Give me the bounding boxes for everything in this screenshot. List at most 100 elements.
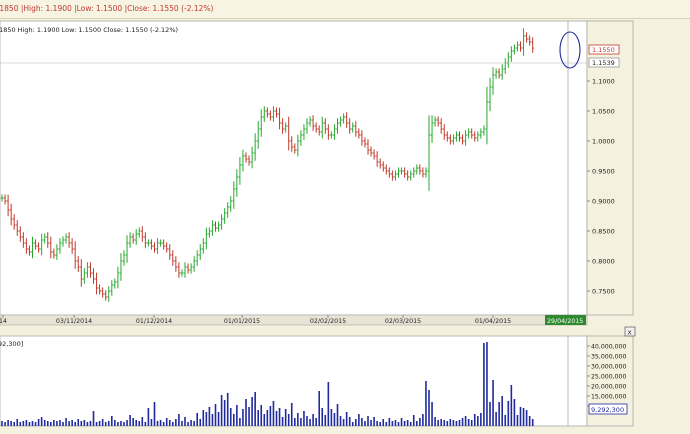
volume-bar bbox=[419, 418, 421, 426]
volume-bar bbox=[272, 401, 275, 426]
volume-bar bbox=[107, 421, 110, 426]
volume-bar bbox=[480, 413, 482, 426]
volume-bar bbox=[507, 401, 510, 426]
date-tick-label: 14 bbox=[0, 318, 7, 325]
volume-bar bbox=[226, 393, 229, 426]
volume-tick-label: 15,000,000 bbox=[591, 394, 626, 401]
volume-bar bbox=[434, 417, 436, 426]
chart-area[interactable]: 1.1000 1.0500 1.0000 0.9500 0.9000 0.8500 0.80… bbox=[0, 0, 690, 434]
volume-bar bbox=[144, 422, 147, 426]
volume-bar bbox=[251, 397, 253, 426]
volume-bar bbox=[416, 421, 418, 426]
crosshair-price-label: 1.1539 bbox=[592, 59, 615, 67]
volume-bar bbox=[449, 419, 452, 426]
volume-bar bbox=[425, 381, 427, 426]
volume-bar bbox=[367, 416, 369, 426]
date-tick-label: 01/01/2015 bbox=[224, 318, 260, 325]
volume-bar bbox=[351, 422, 354, 426]
volume-bar bbox=[214, 404, 217, 426]
volume-bar bbox=[120, 421, 122, 426]
volume-bar bbox=[403, 421, 406, 426]
volume-bar bbox=[470, 420, 473, 426]
volume-bar bbox=[71, 420, 73, 426]
volume-bar bbox=[287, 414, 290, 426]
volume-bar bbox=[269, 406, 272, 426]
volume-bar bbox=[187, 422, 189, 426]
volume-bar bbox=[373, 417, 375, 426]
volume-bar bbox=[361, 418, 363, 426]
volume-bar bbox=[46, 421, 49, 426]
volume-bar bbox=[178, 414, 180, 426]
volume-bar bbox=[467, 419, 470, 426]
volume-tick-label: 25,000,000 bbox=[591, 374, 626, 381]
date-tick-label: 02/03/2015 bbox=[385, 318, 421, 325]
price-tick-label: 1.0000 bbox=[592, 138, 615, 146]
volume-bar bbox=[455, 421, 458, 426]
volume-bar bbox=[263, 414, 266, 426]
volume-bar bbox=[254, 392, 256, 426]
volume-bar bbox=[428, 390, 430, 426]
volume-bar bbox=[477, 416, 479, 426]
volume-bar bbox=[13, 422, 15, 426]
volume-bar bbox=[196, 413, 198, 426]
volume-bar bbox=[236, 405, 238, 426]
volume-bar bbox=[355, 419, 357, 426]
volume-bar bbox=[168, 420, 171, 426]
volume-bar bbox=[303, 411, 305, 426]
volume-bar bbox=[278, 408, 281, 426]
volume-bar bbox=[65, 418, 67, 426]
price-legend-text: .1850 High: 1.1900 Low: 1.1500 Close: 1.… bbox=[0, 26, 178, 34]
volume-bar bbox=[495, 412, 497, 426]
volume-bar bbox=[519, 407, 522, 426]
chart-svg[interactable]: 1.1000 1.0500 1.0000 0.9500 0.9000 0.8500 0.80… bbox=[0, 0, 690, 430]
volume-bar bbox=[300, 418, 302, 426]
volume-bar bbox=[77, 419, 80, 426]
volume-bar bbox=[516, 415, 519, 426]
volume-bar bbox=[431, 402, 433, 426]
volume-bar bbox=[16, 419, 19, 426]
last-price-label: 1.1550 bbox=[592, 46, 615, 54]
volume-bar bbox=[336, 404, 339, 426]
volume-bar bbox=[7, 420, 9, 426]
volume-bar bbox=[25, 420, 28, 426]
volume-bar bbox=[28, 422, 31, 426]
volume-tick-label: 35,000,000 bbox=[591, 354, 626, 361]
volume-bar bbox=[489, 402, 491, 426]
volume-bar bbox=[342, 419, 345, 426]
volume-bar bbox=[458, 420, 461, 426]
volume-bar bbox=[242, 409, 244, 426]
price-tick-label: 1.1000 bbox=[592, 78, 615, 86]
volume-bar bbox=[126, 420, 128, 426]
volume-bar bbox=[391, 421, 394, 426]
volume-bar bbox=[339, 416, 342, 426]
volume-legend-text: 92,300] bbox=[0, 340, 23, 348]
price-tick-label: 0.7500 bbox=[592, 288, 615, 296]
volume-bar bbox=[294, 418, 296, 426]
volume-bar bbox=[83, 420, 86, 426]
price-tick-label: 0.9000 bbox=[592, 198, 615, 206]
volume-bar bbox=[284, 409, 287, 426]
last-volume-label: 9,292,300 bbox=[591, 406, 624, 414]
volume-bar bbox=[504, 415, 507, 426]
volume-bar bbox=[486, 342, 488, 426]
date-tick-label: 01/12/2014 bbox=[136, 318, 172, 325]
volume-bar bbox=[153, 402, 156, 426]
volume-bar bbox=[101, 419, 104, 426]
volume-bar bbox=[483, 343, 485, 426]
volume-bar bbox=[98, 421, 101, 426]
volume-bar bbox=[37, 419, 40, 426]
volume-bar bbox=[315, 418, 317, 426]
volume-bar bbox=[132, 418, 134, 426]
volume-bar bbox=[324, 415, 327, 426]
volume-bar bbox=[202, 410, 205, 426]
volume-bar bbox=[156, 421, 159, 426]
volume-bar bbox=[309, 419, 311, 426]
price-plot-area[interactable] bbox=[0, 20, 588, 316]
volume-bar bbox=[114, 420, 116, 426]
volume-bar bbox=[318, 391, 320, 426]
volume-bar bbox=[394, 420, 397, 426]
volume-bar bbox=[129, 415, 131, 426]
volume-bar bbox=[50, 422, 52, 426]
volume-bar bbox=[446, 421, 449, 426]
volume-bar bbox=[40, 417, 43, 426]
